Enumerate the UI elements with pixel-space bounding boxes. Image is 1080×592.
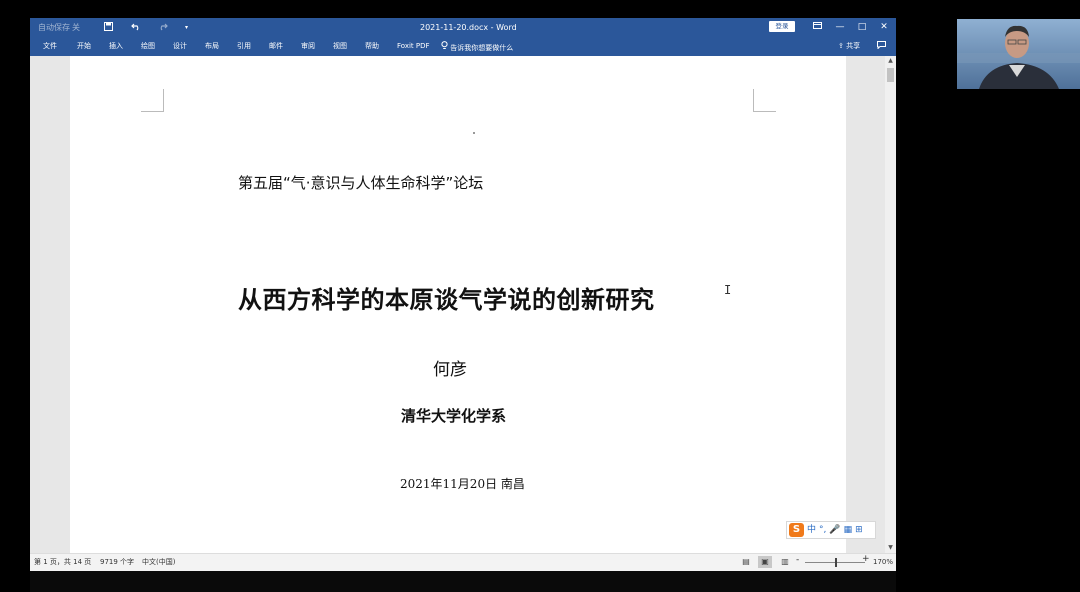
tell-me-text: 告诉我你想要做什么 bbox=[450, 44, 514, 52]
language-indicator[interactable]: 中文(中国) bbox=[142, 558, 175, 567]
ribbon-tabs: 文件 开始 插入 绘图 设计 布局 引用 邮件 审阅 视图 帮助 Foxit P… bbox=[30, 37, 896, 56]
document-page[interactable]: 第五届“气·意识与人体生命科学”论坛 从西方科学的本原谈气学说的创新研究 何彦 … bbox=[70, 56, 846, 553]
author-affiliation: 清华大学化学系 bbox=[401, 407, 507, 425]
save-icon[interactable] bbox=[104, 22, 113, 34]
margin-mark-top-right bbox=[753, 89, 776, 112]
word-window: 自动保存 关 ▾ 2021-11-20.docx - Word 登录 — □ ✕… bbox=[30, 18, 896, 571]
tab-help[interactable]: 帮助 bbox=[365, 41, 379, 52]
scroll-up-icon[interactable]: ▲ bbox=[885, 56, 896, 66]
share-label: 共享 bbox=[846, 42, 861, 50]
autosave-toggle[interactable]: 自动保存 bbox=[38, 22, 70, 33]
close-button[interactable]: ✕ bbox=[877, 20, 891, 34]
lightbulb-icon bbox=[441, 41, 450, 52]
tab-insert[interactable]: 插入 bbox=[109, 41, 123, 52]
tab-view[interactable]: 视图 bbox=[333, 41, 347, 52]
maximize-button[interactable]: □ bbox=[855, 20, 869, 34]
tab-design[interactable]: 设计 bbox=[173, 41, 187, 52]
word-count[interactable]: 9719 个字 bbox=[100, 558, 134, 567]
screen-share-bottom-strip bbox=[30, 571, 896, 592]
paragraph-mark bbox=[473, 132, 475, 134]
ime-chinese-mode[interactable]: 中 bbox=[807, 523, 816, 537]
ime-microphone-icon[interactable]: 🎤 bbox=[829, 523, 840, 537]
minimize-button[interactable]: — bbox=[833, 20, 847, 34]
share-icon: ⇪ bbox=[838, 42, 844, 50]
zoom-slider-thumb[interactable] bbox=[835, 558, 837, 567]
print-layout-icon[interactable]: ▣ bbox=[758, 556, 772, 568]
tab-layout[interactable]: 布局 bbox=[205, 41, 219, 52]
redo-icon[interactable] bbox=[158, 22, 168, 34]
presenter-video-tile bbox=[957, 19, 1080, 89]
tab-mailings[interactable]: 邮件 bbox=[269, 41, 283, 52]
login-button[interactable]: 登录 bbox=[769, 21, 795, 32]
tab-draw[interactable]: 绘图 bbox=[141, 41, 155, 52]
vertical-scrollbar[interactable]: ▲ ▼ bbox=[885, 56, 896, 553]
read-mode-icon[interactable]: ▤ bbox=[739, 556, 753, 568]
ime-punctuation-icon[interactable]: °, bbox=[819, 523, 826, 537]
zoom-in-button[interactable]: + bbox=[862, 555, 870, 564]
quick-access-more-icon[interactable]: ▾ bbox=[185, 22, 188, 33]
tab-home[interactable]: 开始 bbox=[77, 41, 91, 52]
margin-mark-top-left bbox=[141, 89, 164, 112]
ime-grid-icon[interactable]: ⊞ bbox=[855, 523, 863, 537]
tab-references[interactable]: 引用 bbox=[237, 41, 251, 52]
comment-icon[interactable] bbox=[877, 41, 886, 53]
ribbon-options-icon[interactable] bbox=[810, 20, 824, 34]
text-cursor-icon: I bbox=[724, 283, 732, 297]
tab-file[interactable]: 文件 bbox=[43, 41, 57, 52]
autosave-state: 关 bbox=[72, 23, 80, 32]
title-bar: 自动保存 关 ▾ 2021-11-20.docx - Word 登录 — □ ✕ bbox=[30, 18, 896, 37]
sogou-logo-icon[interactable]: S bbox=[789, 523, 804, 537]
scroll-down-icon[interactable]: ▼ bbox=[885, 543, 896, 553]
document-date: 2021年11月20日 南昌 bbox=[400, 477, 525, 491]
document-area: 第五届“气·意识与人体生命科学”论坛 从西方科学的本原谈气学说的创新研究 何彦 … bbox=[30, 56, 885, 553]
zoom-out-button[interactable]: - bbox=[796, 556, 799, 565]
ime-keyboard-icon[interactable]: ▦ bbox=[844, 523, 853, 537]
tab-review[interactable]: 审阅 bbox=[301, 41, 315, 52]
document-title: 从西方科学的本原谈气学说的创新研究 bbox=[238, 286, 655, 314]
ime-toolbar[interactable]: S 中 °, 🎤 ▦ ⊞ bbox=[786, 521, 876, 539]
window-title: 2021-11-20.docx - Word bbox=[420, 23, 517, 32]
web-layout-icon[interactable]: ▥ bbox=[778, 556, 792, 568]
tell-me-box[interactable]: 告诉我你想要做什么 bbox=[441, 41, 513, 54]
scroll-thumb[interactable] bbox=[887, 68, 894, 82]
status-bar: 第 1 页，共 14 页 9719 个字 中文(中国) ▤ ▣ ▥ - + 17… bbox=[30, 553, 896, 571]
share-button[interactable]: ⇪ 共享 bbox=[838, 41, 860, 52]
forum-heading: 第五届“气·意识与人体生命科学”论坛 bbox=[238, 174, 484, 192]
undo-icon[interactable] bbox=[131, 22, 141, 34]
tab-foxit-pdf[interactable]: Foxit PDF bbox=[397, 41, 430, 52]
page-count[interactable]: 第 1 页，共 14 页 bbox=[34, 558, 91, 567]
author-name: 何彦 bbox=[433, 360, 467, 380]
zoom-level[interactable]: 170% bbox=[873, 558, 893, 567]
